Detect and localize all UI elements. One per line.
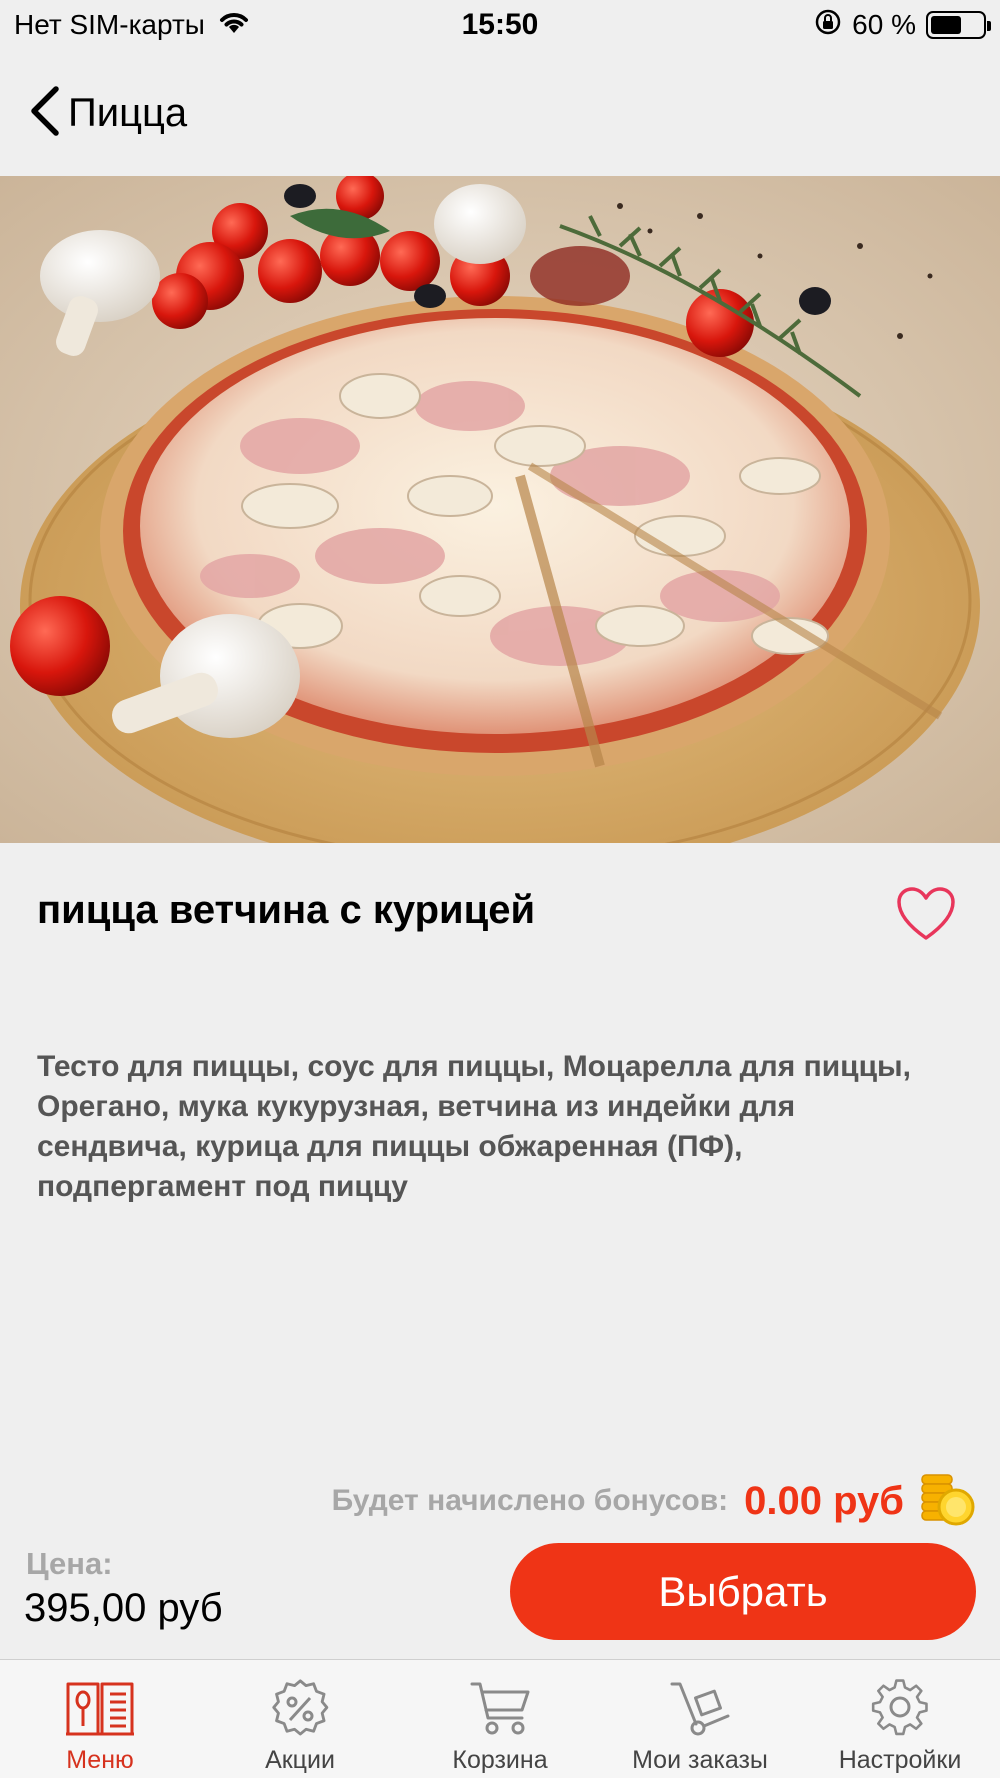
tab-label: Настройки: [838, 1746, 962, 1774]
carrier-text: Нет SIM-карты: [14, 9, 205, 40]
tab-bar: Меню Акции Корзина Мои заказы Настройки: [0, 1659, 1000, 1778]
menu-book-icon: [64, 1676, 136, 1740]
tab-cart[interactable]: Корзина: [400, 1660, 600, 1778]
tab-promotions[interactable]: Акции: [200, 1660, 400, 1778]
favorite-button[interactable]: [896, 886, 956, 942]
price-label: Цена:: [26, 1546, 113, 1581]
bonus-row: Будет начислено бонусов: 0.00 руб: [0, 1466, 1000, 1536]
heart-icon: [896, 887, 956, 946]
percent-gear-icon: [264, 1676, 336, 1740]
product-title: пицца ветчина с курицей: [37, 888, 536, 932]
tab-label: Мои заказы: [632, 1746, 768, 1774]
hand-truck-icon: [664, 1676, 736, 1740]
select-button[interactable]: Выбрать: [510, 1543, 976, 1640]
tab-label: Корзина: [452, 1746, 548, 1774]
tab-label: Меню: [66, 1746, 134, 1774]
tab-orders[interactable]: Мои заказы: [600, 1660, 800, 1778]
product-image: [0, 176, 1000, 843]
cart-icon: [464, 1676, 536, 1740]
back-label: Пицца: [68, 90, 188, 135]
battery-percent: 60 %: [852, 9, 916, 40]
navigation-bar: Пицца: [0, 50, 1000, 176]
product-description: Тесто для пиццы, соус для пиццы, Моцарел…: [37, 1050, 911, 1203]
chevron-left-icon: [28, 85, 62, 142]
status-bar: Нет SIM-карты 15:50 60 %: [0, 0, 1000, 50]
price-value: 395,00 руб: [24, 1586, 223, 1630]
orientation-lock-icon: [814, 8, 842, 43]
back-button[interactable]: Пицца: [28, 85, 187, 142]
wifi-icon: [217, 9, 251, 42]
status-left: Нет SIM-карты: [14, 9, 251, 42]
tab-label: Акции: [265, 1746, 335, 1774]
coins-icon: [920, 1471, 976, 1532]
battery-icon: [926, 11, 991, 39]
tab-settings[interactable]: Настройки: [800, 1660, 1000, 1778]
tab-menu[interactable]: Меню: [0, 1660, 200, 1778]
bonus-label: Будет начислено бонусов:: [331, 1484, 729, 1517]
status-right: 60 %: [814, 8, 991, 43]
gear-icon: [864, 1676, 936, 1740]
bonus-value: 0.00 руб: [744, 1478, 904, 1523]
